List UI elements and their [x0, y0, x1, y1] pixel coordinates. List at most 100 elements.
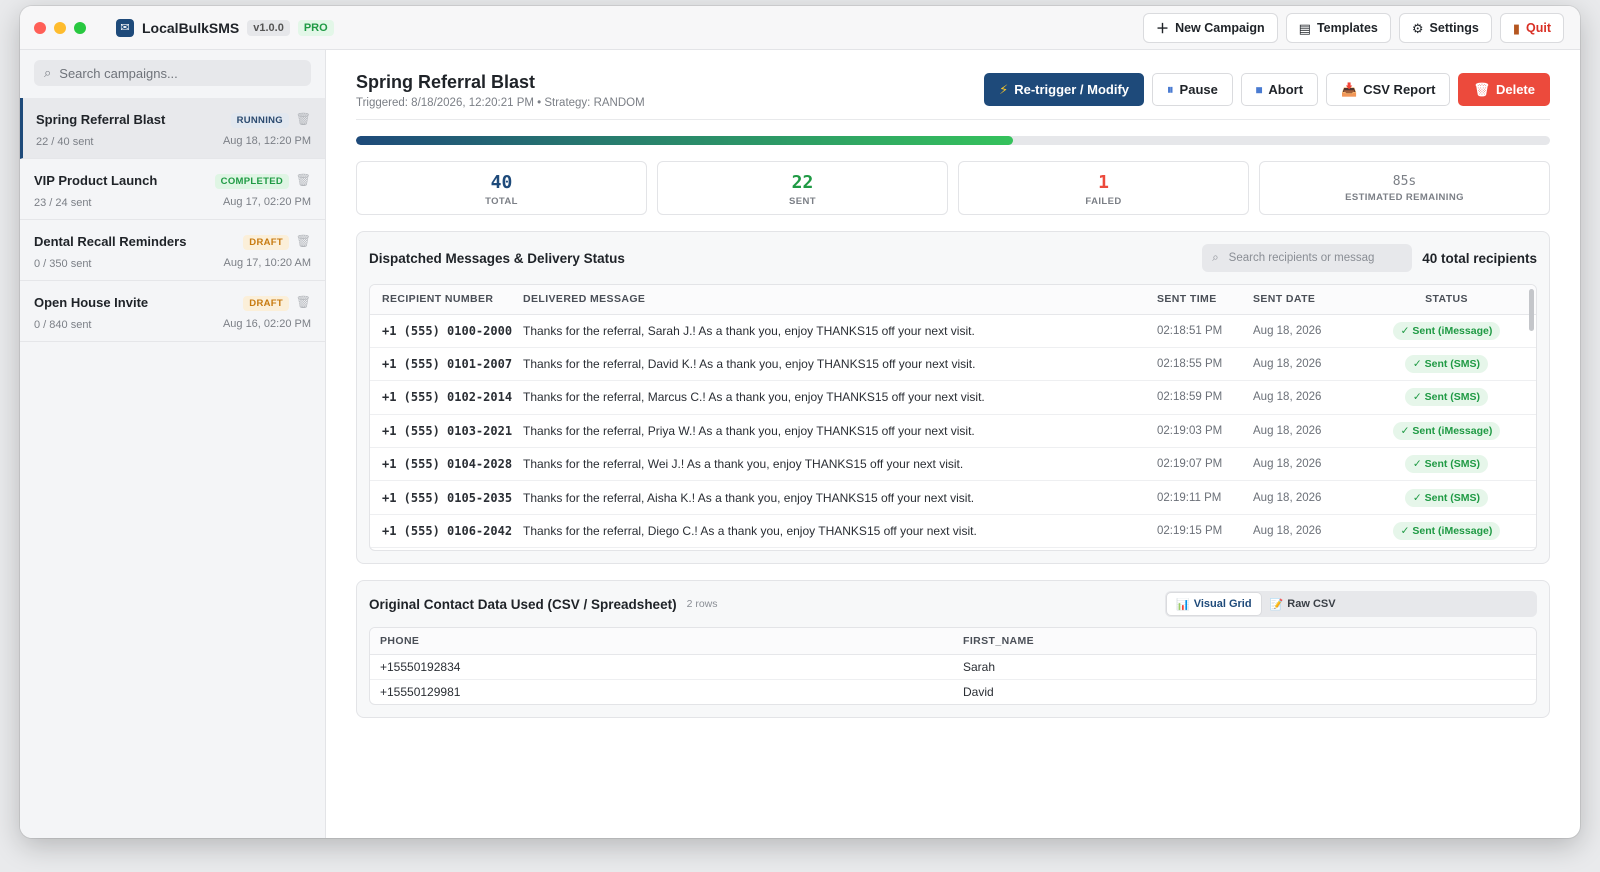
- abort-button[interactable]: ⏹ Abort: [1240, 73, 1319, 106]
- rows-count: 2 rows: [686, 598, 718, 610]
- sent-date: Aug 18, 2026: [1253, 414, 1357, 449]
- col-sent-date[interactable]: SENT DATE: [1253, 285, 1357, 315]
- delivered-message: Thanks for the referral, Wei J.! As a th…: [523, 447, 1157, 482]
- stat-remaining-value: 85s: [1392, 174, 1417, 189]
- tab-visual-grid[interactable]: 📊 Visual Grid: [1167, 593, 1261, 615]
- campaign-date: Aug 18, 12:20 PM: [222, 135, 311, 147]
- delivered-message: Thanks for the referral, Priya W.! As a …: [523, 414, 1157, 449]
- close-window-button[interactable]: [34, 21, 46, 34]
- status-badge: RUNNING: [230, 113, 289, 128]
- campaign-item-open-house-invite[interactable]: Open House Invite 0 / 840 sent DRAFT 🗑 A…: [20, 281, 325, 342]
- title-bar: ✉ LocalBulkSMS v1.0.0 PRO ＋ New Campaign…: [20, 6, 1580, 50]
- status-badge: ✓ Sent (iMessage): [1392, 421, 1501, 440]
- tab-raw-csv[interactable]: 📝 Raw CSV: [1261, 593, 1345, 615]
- status-badge: DRAFT: [243, 296, 289, 311]
- pause-button[interactable]: ⏸ Pause: [1152, 73, 1233, 106]
- contact-panel-title: Original Contact Data Used (CSV / Spread…: [369, 596, 677, 612]
- sent-date: Aug 18, 2026: [1253, 447, 1357, 482]
- col-sent-time[interactable]: SENT TIME: [1157, 285, 1253, 315]
- stat-failed-label: FAILED: [1085, 196, 1122, 207]
- delivered-message: Thanks for the referral, Sarah J.! As a …: [523, 314, 1157, 348]
- sent-date: Aug 18, 2026: [1253, 380, 1357, 415]
- stats-row: 40 TOTAL 22 SENT 1 FAILED 85s ESTIMATED …: [356, 161, 1550, 215]
- trash-icon[interactable]: 🗑: [296, 234, 311, 248]
- tab-raw-csv-label: Raw CSV: [1287, 598, 1336, 610]
- app-name: LocalBulkSMS: [142, 19, 240, 36]
- campaign-item-vip-product-launch[interactable]: VIP Product Launch 23 / 24 sent COMPLETE…: [20, 159, 325, 220]
- campaign-date: Aug 17, 02:20 PM: [222, 196, 311, 208]
- campaign-item-spring-referral-blast[interactable]: Spring Referral Blast 22 / 40 sent RUNNI…: [20, 98, 325, 159]
- quit-button[interactable]: ▮ Quit: [1499, 13, 1564, 43]
- campaign-item-dental-recall-reminders[interactable]: Dental Recall Reminders 0 / 350 sent DRA…: [20, 220, 325, 281]
- delete-label: Delete: [1495, 82, 1535, 97]
- status-badge: ✓ Sent (iMessage): [1392, 321, 1501, 340]
- delete-button[interactable]: 🗑 Delete: [1458, 73, 1550, 106]
- settings-button[interactable]: ⚙ Settings: [1398, 13, 1492, 43]
- status-cell: ✓ Sent (SMS): [1357, 347, 1536, 382]
- table-row[interactable]: +1 (555) 0104-2028 Thanks for the referr…: [370, 447, 1536, 482]
- templates-button[interactable]: ▤ Templates: [1285, 13, 1391, 43]
- tab-visual-grid-label: Visual Grid: [1193, 598, 1252, 610]
- contact-panel-header: Original Contact Data Used (CSV / Spread…: [369, 581, 1537, 627]
- stat-total-value: 40: [490, 172, 513, 193]
- stat-failed-value: 1: [1098, 172, 1109, 193]
- delivered-message: Thanks for the referral, Aisha K.! As a …: [523, 480, 1157, 515]
- status-badge: COMPLETED: [214, 174, 289, 189]
- trash-icon[interactable]: 🗑: [296, 295, 311, 309]
- messages-panel: Dispatched Messages & Delivery Status ⌕ …: [356, 231, 1550, 564]
- window-controls: [34, 21, 86, 34]
- table-row[interactable]: +1 (555) 0101-2007 Thanks for the referr…: [370, 347, 1536, 382]
- table-scrollbar[interactable]: [1529, 289, 1534, 331]
- campaign-search-input[interactable]: [59, 65, 300, 81]
- col-first-name: FIRST_NAME: [953, 628, 1536, 655]
- delivered-message: Thanks for the referral, Marcus C.! As a…: [523, 380, 1157, 415]
- brand: ✉ LocalBulkSMS v1.0.0 PRO: [116, 18, 334, 37]
- col-recipient-number[interactable]: RECIPIENT NUMBER: [370, 285, 523, 315]
- table-row[interactable]: +1 (555) 0103-2021 Thanks for the referr…: [370, 414, 1536, 449]
- stat-sent-label: SENT: [789, 196, 816, 207]
- status-cell: ✓ Sent (iMessage): [1357, 414, 1536, 449]
- recipient-number: +1 (555) 0101-2007: [370, 347, 523, 382]
- new-campaign-button[interactable]: ＋ New Campaign: [1143, 13, 1278, 43]
- status-badge: ✓ Sent (SMS): [1404, 388, 1489, 407]
- pause-icon: ⏸: [1167, 82, 1174, 97]
- table-row: +15550129981 David: [370, 679, 1536, 704]
- trash-icon[interactable]: 🗑: [296, 173, 311, 187]
- sent-time: 02:18:55 PM: [1157, 347, 1253, 382]
- sent-date: Aug 18, 2026: [1253, 514, 1357, 549]
- search-icon: ⌕: [1212, 251, 1219, 264]
- table-row[interactable]: +1 (555) 0106-2042 Thanks for the referr…: [370, 514, 1536, 549]
- csv-report-label: CSV Report: [1363, 82, 1436, 97]
- stat-total-label: TOTAL: [485, 196, 518, 207]
- retrigger-label: Re-trigger / Modify: [1014, 82, 1130, 97]
- recipient-number: +1 (555) 0102-2014: [370, 380, 523, 415]
- status-badge: ✓ Sent (SMS): [1404, 455, 1489, 474]
- gear-icon: ⚙: [1411, 20, 1424, 36]
- zoom-window-button[interactable]: [74, 21, 86, 34]
- status-cell: ✓ Sent (SMS): [1357, 447, 1536, 482]
- view-toggle: 📊 Visual Grid 📝 Raw CSV: [1165, 591, 1537, 617]
- campaign-detail: Spring Referral Blast Triggered: 8/18/20…: [326, 50, 1580, 838]
- sent-time: 02:19:03 PM: [1157, 414, 1253, 449]
- status-cell: ✓ Sent (iMessage): [1357, 514, 1536, 549]
- templates-label: Templates: [1316, 21, 1378, 35]
- message-search-input[interactable]: [1228, 252, 1389, 264]
- sent-time: 02:19:07 PM: [1157, 447, 1253, 482]
- csv-report-button[interactable]: 📥 CSV Report: [1326, 73, 1451, 106]
- recipient-number: +1 (555) 0103-2021: [370, 414, 523, 449]
- table-row[interactable]: +1 (555) 0102-2014 Thanks for the referr…: [370, 380, 1536, 415]
- table-row[interactable]: +1 (555) 0100-2000 Thanks for the referr…: [370, 314, 1536, 348]
- stat-sent: 22 SENT: [657, 161, 948, 215]
- retrigger-button[interactable]: ⚡ Re-trigger / Modify: [984, 73, 1145, 106]
- sent-time: 02:19:11 PM: [1157, 480, 1253, 515]
- col-delivered-message[interactable]: DELIVERED MESSAGE: [523, 285, 1157, 315]
- trash-icon[interactable]: 🗑: [296, 112, 311, 126]
- col-status[interactable]: STATUS: [1357, 285, 1536, 315]
- search-icon: ⌕: [44, 65, 52, 80]
- total-recipients-count: 40 total recipients: [1422, 250, 1537, 266]
- sent-time: 02:18:59 PM: [1157, 380, 1253, 415]
- progress-bar-fill: [356, 136, 1013, 145]
- minimize-window-button[interactable]: [54, 21, 66, 34]
- campaign-actions: ⚡ Re-trigger / Modify ⏸ Pause ⏹ Abort 📥 …: [984, 73, 1550, 106]
- table-row[interactable]: +1 (555) 0105-2035 Thanks for the referr…: [370, 480, 1536, 515]
